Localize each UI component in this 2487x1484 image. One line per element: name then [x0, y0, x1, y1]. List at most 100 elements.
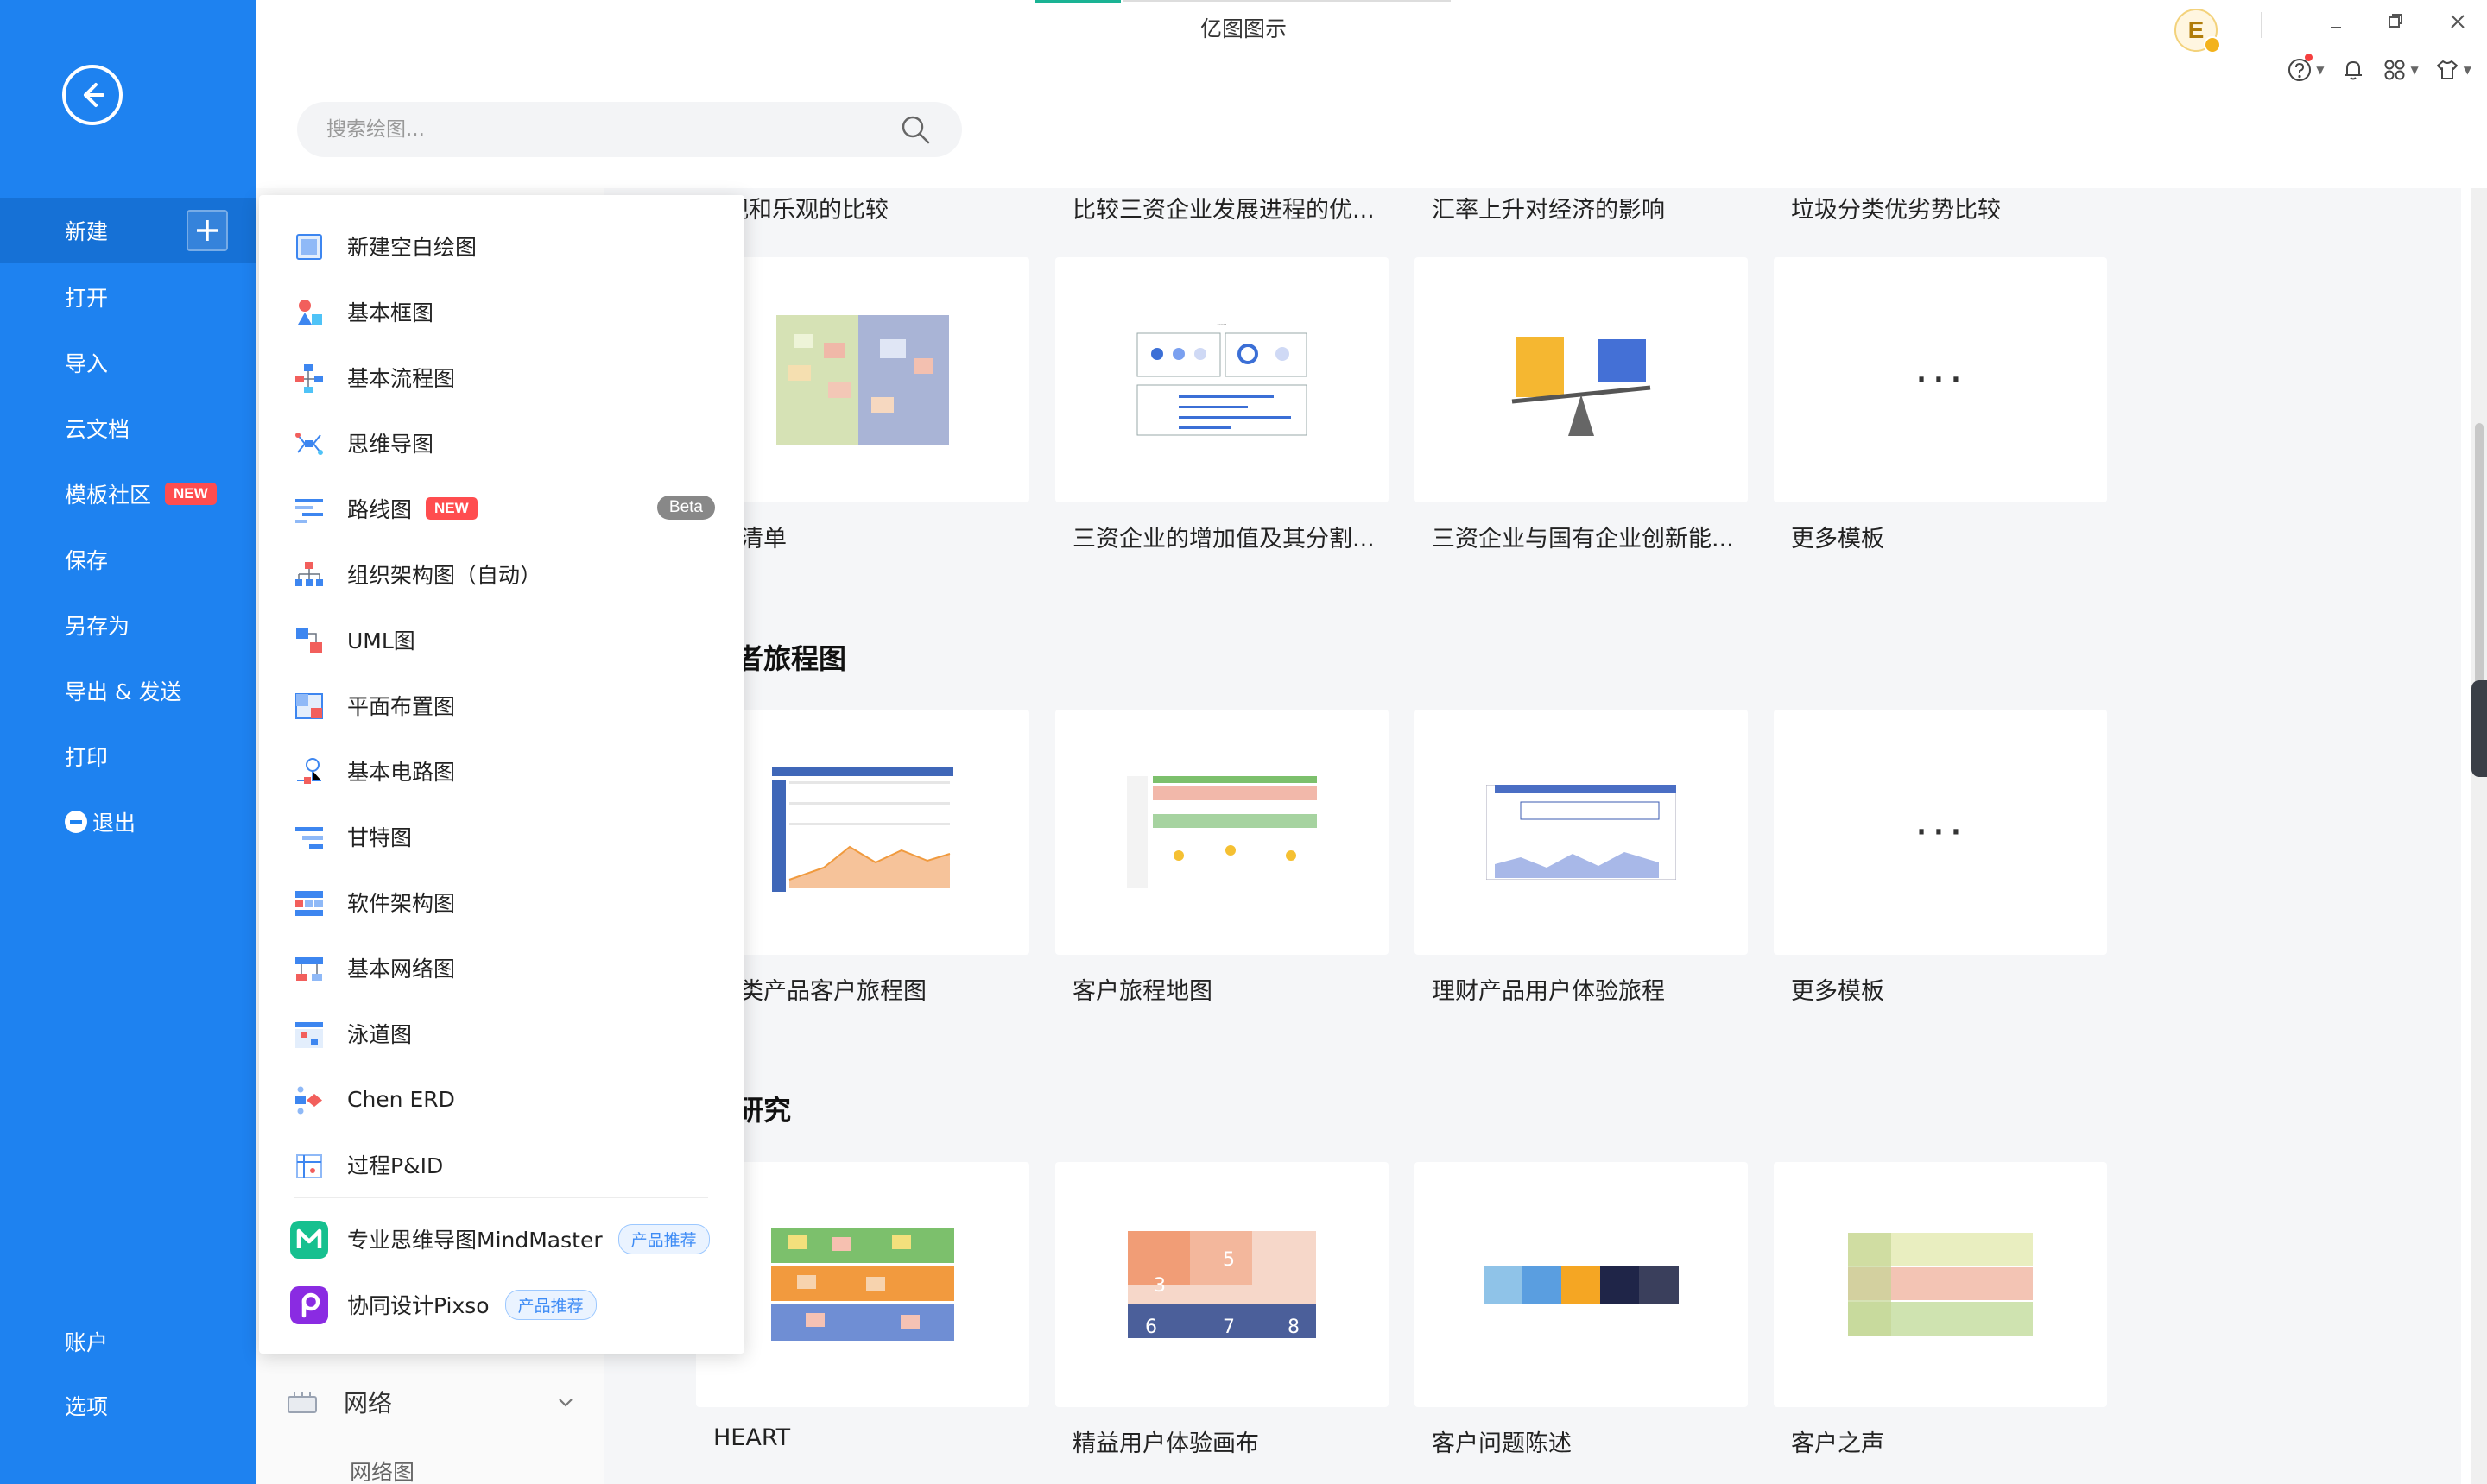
menu-item-label: 基本框图: [347, 300, 434, 325]
menu-item-org-chart[interactable]: 组织架构图（自动）: [259, 544, 744, 604]
svg-text:6: 6: [1145, 1317, 1157, 1338]
menu-item-circuit[interactable]: 基本电路图: [259, 741, 744, 801]
template-title[interactable]: 三资企业的增加值及其分割...: [1073, 520, 1383, 553]
network-category-icon: [288, 1392, 317, 1413]
template-card[interactable]: ······: [1055, 257, 1389, 502]
template-card[interactable]: [1414, 710, 1748, 955]
basic-shapes-icon: [298, 300, 322, 325]
template-title[interactable]: 精益用户体验画布: [1073, 1424, 1383, 1458]
menu-item-label: 基本网络图: [347, 957, 456, 982]
more-templates-card[interactable]: ···: [1774, 257, 2107, 502]
header-toolbar: ▼ ▼ ▼: [2287, 54, 2471, 83]
notifications-button[interactable]: [2340, 57, 2366, 83]
template-card[interactable]: [696, 257, 1029, 502]
menu-item-floor-plan[interactable]: 平面布置图: [259, 675, 744, 736]
template-title[interactable]: 三资企业与国有企业创新能...: [1432, 520, 1743, 553]
menu-item-basic-block[interactable]: 基本框图: [259, 281, 744, 342]
sidebar-item-export-send[interactable]: 导出 & 发送: [0, 658, 256, 723]
template-title[interactable]: 客户之声: [1791, 1424, 2102, 1458]
sidebar-item-options[interactable]: 选项: [0, 1373, 256, 1438]
recommend-badge: 产品推荐: [617, 1223, 710, 1254]
sidebar-item-save-as[interactable]: 另存为: [0, 592, 256, 658]
user-avatar[interactable]: E: [2174, 9, 2221, 54]
menu-item-pid[interactable]: 过程P&ID: [259, 1134, 744, 1195]
sidebar-item-label: 另存为: [65, 614, 130, 639]
swimlane-icon: [295, 1022, 323, 1048]
minimize-button[interactable]: [2328, 10, 2344, 38]
template-title[interactable]: 更多模板: [1791, 520, 2102, 553]
sidebar-item-import[interactable]: 导入: [0, 330, 256, 395]
shirt-icon: [2436, 60, 2458, 79]
template-card[interactable]: [1414, 257, 1748, 502]
chevron-down-icon: ▼: [2463, 64, 2471, 76]
template-title[interactable]: 客户旅程地图: [1073, 972, 1383, 1006]
menu-item-network[interactable]: 基本网络图: [259, 938, 744, 998]
menu-item-mindmaster[interactable]: 专业思维导图MindMaster 产品推荐: [259, 1209, 744, 1269]
theme-button[interactable]: ▼: [2434, 57, 2471, 83]
template-title[interactable]: 汇率上升对经济的影响: [1432, 191, 1760, 224]
template-title[interactable]: 理财产品用户体验旅程: [1432, 972, 1743, 1006]
menu-item-gantt[interactable]: 甘特图: [259, 806, 744, 867]
category-network[interactable]: 网络: [285, 1378, 596, 1426]
template-title[interactable]: 垃圾分类优劣势比较: [1791, 191, 2119, 224]
sidebar-item-print[interactable]: 打印: [0, 723, 256, 789]
more-templates-card[interactable]: ···: [1774, 710, 2107, 955]
sidebar-item-exit[interactable]: 退出: [0, 789, 256, 855]
help-button[interactable]: ▼: [2287, 54, 2325, 83]
template-title[interactable]: HEART: [713, 1424, 1024, 1451]
menu-item-chen-erd[interactable]: Chen ERD: [259, 1069, 744, 1129]
sidebar-item-label: 打开: [65, 286, 109, 311]
menu-item-pixso[interactable]: 协同设计Pixso 产品推荐: [259, 1274, 744, 1335]
menu-item-mindmap[interactable]: 思维导图: [259, 413, 744, 473]
menu-item-label: 平面布置图: [347, 694, 456, 719]
restore-button[interactable]: [2387, 10, 2404, 38]
sidebar-item-account[interactable]: 账户: [0, 1309, 256, 1374]
pid-icon: [296, 1154, 322, 1178]
sidebar-item-template-community[interactable]: 模板社区 NEW: [0, 461, 256, 527]
menu-item-roadmap[interactable]: 路线图 NEW Beta: [259, 478, 744, 539]
template-card[interactable]: [696, 1162, 1029, 1407]
template-card[interactable]: [1414, 1162, 1748, 1407]
template-title[interactable]: 更多模板: [1791, 972, 2102, 1006]
circuit-icon: [297, 758, 321, 784]
avatar-letter: E: [2187, 16, 2205, 43]
sidebar-item-cloud-docs[interactable]: 云文档: [0, 395, 256, 461]
back-button[interactable]: [62, 65, 123, 125]
side-panel-handle[interactable]: [2471, 680, 2487, 777]
template-card[interactable]: [1055, 710, 1389, 955]
sidebar-item-label: 模板社区: [65, 483, 152, 508]
blank-page-icon: [296, 234, 322, 260]
template-card[interactable]: 3 5 6 7 8: [1055, 1162, 1389, 1407]
template-card[interactable]: [1774, 1162, 2107, 1407]
chevron-down-icon: ▼: [2316, 64, 2325, 76]
apps-button[interactable]: ▼: [2382, 57, 2419, 83]
close-button[interactable]: [2449, 10, 2466, 38]
sidebar-item-new[interactable]: 新建: [0, 198, 256, 263]
template-title[interactable]: 育类产品客户旅程图: [717, 972, 1028, 1006]
svg-text:5: 5: [1223, 1249, 1235, 1271]
menu-item-label: 专业思维导图MindMaster: [347, 1228, 603, 1253]
sidebar-item-save[interactable]: 保存: [0, 527, 256, 592]
search-icon[interactable]: [900, 114, 931, 145]
uml-icon: [296, 628, 322, 653]
scrollbar-track[interactable]: [2471, 188, 2487, 1484]
sidebar-item-label: 账户: [65, 1330, 109, 1355]
template-title[interactable]: 比较三资企业发展进程的优...: [1073, 191, 1401, 224]
app-title: 亿图图示: [1199, 16, 1287, 41]
search-input[interactable]: [326, 118, 879, 141]
menu-item-blank-drawing[interactable]: 新建空白绘图: [259, 216, 744, 276]
template-card[interactable]: [696, 710, 1029, 955]
sidebar-item-open[interactable]: 打开: [0, 264, 256, 330]
template-title[interactable]: 观和乐观的比较: [725, 191, 1054, 224]
plus-icon[interactable]: [187, 210, 228, 251]
menu-item-software-arch[interactable]: 软件架构图: [259, 872, 744, 932]
category-sub-network[interactable]: 网络图: [350, 1456, 414, 1484]
menu-item-uml[interactable]: UML图: [259, 609, 744, 670]
menu-item-flowchart[interactable]: 基本流程图: [259, 347, 744, 407]
menu-item-label: 过程P&ID: [347, 1153, 444, 1178]
template-title[interactable]: 客户问题陈述: [1432, 1424, 1743, 1458]
chevron-down-icon[interactable]: [556, 1392, 575, 1411]
template-gallery: 观和乐观的比较 比较三资企业发展进程的优... 汇率上升对经济的影响 垃圾分类优…: [604, 188, 2461, 1484]
template-title[interactable]: 晬清单: [717, 520, 1028, 553]
menu-item-swimlane[interactable]: 泳道图: [259, 1003, 744, 1064]
